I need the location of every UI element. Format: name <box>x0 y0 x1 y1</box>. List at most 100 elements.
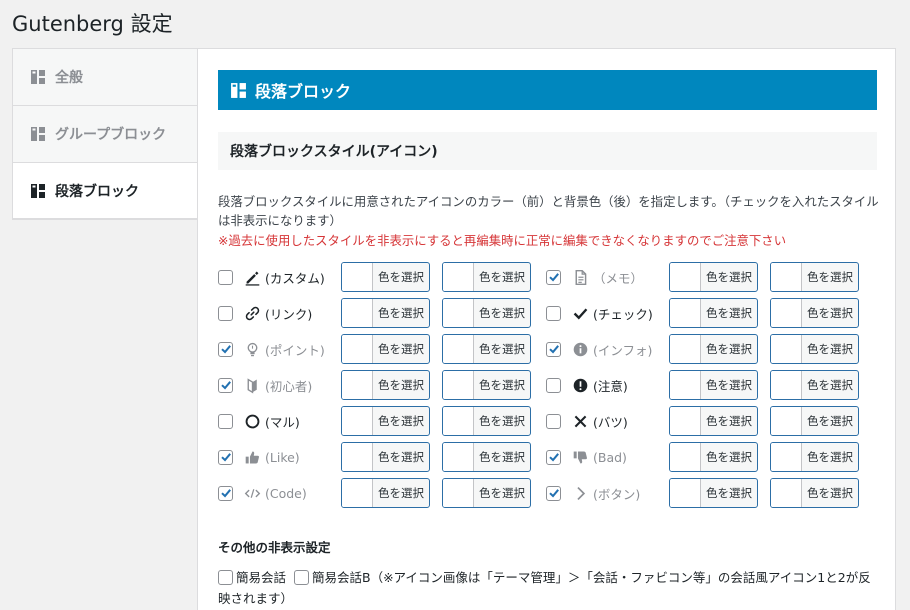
hide-style-checkbox[interactable] <box>218 341 233 357</box>
sidebar-item-group-block[interactable]: グループブロック <box>13 106 198 163</box>
color-swatch <box>670 479 701 507</box>
color-swatch <box>342 443 373 471</box>
link-icon <box>243 304 261 322</box>
background-color-picker[interactable]: 色を選択 <box>442 334 531 364</box>
select-color-label: 色を選択 <box>378 342 424 356</box>
style-label: (カスタム) <box>265 270 325 286</box>
other-hide-heading: その他の非表示設定 <box>218 540 331 555</box>
background-color-picker[interactable]: 色を選択 <box>770 262 859 292</box>
select-color-label: 色を選択 <box>807 378 853 392</box>
color-swatch <box>771 335 802 363</box>
style-row: (インフォ) <box>546 334 652 364</box>
color-swatch <box>670 443 701 471</box>
background-color-picker[interactable]: 色を選択 <box>770 334 859 364</box>
background-color-picker[interactable]: 色を選択 <box>770 406 859 436</box>
icon-color-picker[interactable]: 色を選択 <box>669 370 758 400</box>
icon-color-picker[interactable]: 色を選択 <box>341 334 430 364</box>
color-swatch <box>771 443 802 471</box>
icon-color-picker[interactable]: 色を選択 <box>669 442 758 472</box>
sidebar-item-label: 全般 <box>55 70 83 86</box>
simple-chat-checkbox[interactable] <box>218 570 233 585</box>
select-color-label: 色を選択 <box>706 414 752 428</box>
hide-style-checkbox[interactable] <box>218 485 233 501</box>
color-swatch <box>443 443 474 471</box>
select-color-label: 色を選択 <box>807 414 853 428</box>
background-color-picker[interactable]: 色を選択 <box>770 442 859 472</box>
hide-style-checkbox[interactable] <box>546 341 561 357</box>
sidebar-item-paragraph-block[interactable]: 段落ブロック <box>13 163 198 219</box>
background-color-picker[interactable]: 色を選択 <box>442 298 531 328</box>
icon-color-picker[interactable]: 色を選択 <box>341 406 430 436</box>
sidebar-item-general[interactable]: 全般 <box>13 49 198 106</box>
icon-color-picker[interactable]: 色を選択 <box>341 478 430 508</box>
icon-color-picker[interactable]: 色を選択 <box>341 262 430 292</box>
block-icon <box>231 82 246 98</box>
color-swatch <box>342 299 373 327</box>
select-color-label: 色を選択 <box>706 486 752 500</box>
sidebar-item-label: 段落ブロック <box>55 183 139 200</box>
select-color-label: 色を選択 <box>706 378 752 392</box>
style-label: (注意) <box>593 378 628 394</box>
background-color-picker[interactable]: 色を選択 <box>442 406 531 436</box>
color-swatch <box>443 407 474 435</box>
subsection-heading: 段落ブロックスタイル(アイコン) <box>218 132 877 170</box>
icon-color-picker[interactable]: 色を選択 <box>669 298 758 328</box>
style-row: (ボタン) <box>546 478 640 508</box>
hide-style-checkbox[interactable] <box>218 449 233 465</box>
style-row: (バツ) <box>546 406 628 436</box>
style-row: (Bad) <box>546 442 627 472</box>
select-color-label: 色を選択 <box>479 486 525 500</box>
background-color-picker[interactable]: 色を選択 <box>442 478 531 508</box>
hide-style-checkbox[interactable] <box>218 413 233 429</box>
sidebar-item-label: グループブロック <box>55 127 167 143</box>
style-label: (チェック) <box>593 306 653 322</box>
select-color-label: 色を選択 <box>479 378 525 392</box>
style-row: (リンク) <box>218 298 312 328</box>
hide-style-checkbox[interactable] <box>218 377 233 393</box>
icon-color-picker[interactable]: 色を選択 <box>341 442 430 472</box>
icon-color-picker[interactable]: 色を選択 <box>669 406 758 436</box>
select-color-label: 色を選択 <box>378 270 424 284</box>
background-color-picker[interactable]: 色を選択 <box>442 370 531 400</box>
hide-style-checkbox[interactable] <box>546 449 561 465</box>
style-label: （メモ） <box>593 270 644 286</box>
simple-chat-b-checkbox[interactable] <box>294 570 309 585</box>
hide-style-checkbox[interactable] <box>546 377 561 393</box>
color-swatch <box>670 263 701 291</box>
color-swatch <box>771 479 802 507</box>
style-row: (注意) <box>546 370 628 400</box>
color-swatch <box>670 335 701 363</box>
select-color-label: 色を選択 <box>378 378 424 392</box>
color-swatch <box>443 371 474 399</box>
color-swatch <box>443 299 474 327</box>
background-color-picker[interactable]: 色を選択 <box>770 370 859 400</box>
background-color-picker[interactable]: 色を選択 <box>770 298 859 328</box>
color-swatch <box>771 299 802 327</box>
select-color-label: 色を選択 <box>479 342 525 356</box>
thumbs-down-icon <box>571 448 589 466</box>
color-swatch <box>443 263 474 291</box>
background-color-picker[interactable]: 色を選択 <box>442 262 531 292</box>
style-label: (バツ) <box>593 414 628 430</box>
simple-chat-b-label: 簡易会話B <box>312 570 371 585</box>
style-row: (ポイント) <box>218 334 325 364</box>
color-swatch <box>342 371 373 399</box>
color-swatch <box>342 407 373 435</box>
hide-style-checkbox[interactable] <box>218 305 233 321</box>
style-label: (マル) <box>265 414 300 430</box>
icon-color-picker[interactable]: 色を選択 <box>669 334 758 364</box>
background-color-picker[interactable]: 色を選択 <box>770 478 859 508</box>
color-swatch <box>771 407 802 435</box>
background-color-picker[interactable]: 色を選択 <box>442 442 531 472</box>
hide-style-checkbox[interactable] <box>546 269 561 285</box>
icon-color-picker[interactable]: 色を選択 <box>669 478 758 508</box>
hide-style-checkbox[interactable] <box>546 413 561 429</box>
icon-color-picker[interactable]: 色を選択 <box>341 370 430 400</box>
hide-style-checkbox[interactable] <box>546 485 561 501</box>
color-swatch <box>443 479 474 507</box>
hide-style-checkbox[interactable] <box>218 269 233 285</box>
icon-color-picker[interactable]: 色を選択 <box>669 262 758 292</box>
icon-color-picker[interactable]: 色を選択 <box>341 298 430 328</box>
hide-style-checkbox[interactable] <box>546 305 561 321</box>
color-swatch <box>342 335 373 363</box>
